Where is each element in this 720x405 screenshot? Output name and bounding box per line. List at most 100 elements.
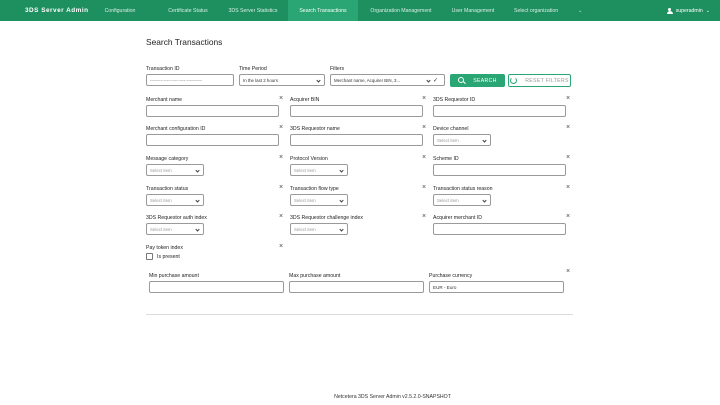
user-icon xyxy=(666,7,673,14)
chevron-down-icon xyxy=(339,167,344,173)
top-navigation-bar: 3DS Server Admin Configuration Certifica… xyxy=(0,0,720,21)
close-icon[interactable]: × xyxy=(422,184,426,191)
merchant-name-label: Merchant name xyxy=(146,97,183,103)
protocol-version-placeholder: Select item xyxy=(294,167,316,173)
requestor-name-input[interactable] xyxy=(290,134,423,146)
chevron-down-icon xyxy=(426,77,431,83)
min-purchase-amount-label: Min purchase amount xyxy=(149,273,199,279)
organization-select-label: Select organization xyxy=(514,7,559,14)
check-icon: ✓ xyxy=(432,78,438,84)
merchant-config-id-input[interactable] xyxy=(146,134,279,146)
acquirer-bin-input[interactable] xyxy=(290,105,423,117)
close-icon[interactable]: × xyxy=(566,154,570,161)
requestor-challenge-index-label: 3DS Requestor challenge index xyxy=(290,215,363,221)
max-purchase-amount-input[interactable] xyxy=(289,281,424,293)
time-period-value: In the last 2 hours xyxy=(243,77,278,83)
chevron-down-icon xyxy=(482,197,487,203)
user-menu[interactable]: superadmin ⌄ xyxy=(666,0,710,21)
requestor-id-input[interactable] xyxy=(433,105,566,117)
search-icon xyxy=(458,77,465,84)
purchase-currency-input[interactable]: EUR - Euro xyxy=(429,281,564,293)
requestor-challenge-index-select[interactable]: Select item xyxy=(290,223,348,235)
chevron-down-icon xyxy=(195,167,200,173)
close-icon[interactable]: × xyxy=(422,124,426,131)
chevron-down-icon: ⌄ xyxy=(705,7,710,14)
close-icon[interactable]: × xyxy=(422,95,426,102)
nav-tab-configuration[interactable]: Configuration xyxy=(90,0,150,21)
device-channel-select[interactable]: Select item xyxy=(433,134,491,146)
close-icon[interactable]: × xyxy=(279,154,283,161)
close-icon[interactable]: × xyxy=(566,268,570,275)
transaction-status-reason-label: Transaction status reason xyxy=(433,186,493,192)
chevron-down-icon: ⌄ xyxy=(578,7,583,14)
chevron-down-icon xyxy=(316,77,321,83)
filters-value: Merchant name, Acquirer BIN, 3... xyxy=(334,77,401,83)
close-icon[interactable]: × xyxy=(566,124,570,131)
close-icon[interactable]: × xyxy=(566,213,570,220)
time-period-label: Time Period xyxy=(239,66,267,72)
chevron-down-icon xyxy=(339,226,344,232)
close-icon[interactable]: × xyxy=(422,154,426,161)
message-category-placeholder: Select item xyxy=(150,167,172,173)
reset-icon xyxy=(510,77,518,84)
min-purchase-amount-input[interactable] xyxy=(149,281,284,293)
transaction-id-input[interactable]: --------·----·----·----·---------- xyxy=(146,74,234,86)
protocol-version-label: Protocol Version xyxy=(290,156,328,162)
close-icon[interactable]: × xyxy=(279,184,283,191)
device-channel-placeholder: Select item xyxy=(437,137,459,143)
nav-tab-organization-management[interactable]: Organization Management xyxy=(362,0,440,21)
close-icon[interactable]: × xyxy=(279,124,283,131)
organization-select[interactable]: Select organization ⌄ xyxy=(514,0,582,21)
protocol-version-select[interactable]: Select item xyxy=(290,164,348,176)
close-icon[interactable]: × xyxy=(279,95,283,102)
transaction-status-reason-select[interactable]: Select item xyxy=(433,194,491,206)
close-icon[interactable]: × xyxy=(279,243,283,250)
nav-tab-certificate-status[interactable]: Certificate Status xyxy=(160,0,216,21)
merchant-name-input[interactable] xyxy=(146,105,279,117)
transaction-status-select[interactable]: Select item xyxy=(146,194,204,206)
transaction-flow-type-select[interactable]: Select item xyxy=(290,194,348,206)
transaction-id-label: Transaction ID xyxy=(146,66,180,72)
requestor-auth-index-select[interactable]: Select item xyxy=(146,223,204,235)
purchase-currency-label: Purchase currency xyxy=(429,273,473,279)
requestor-auth-index-label: 3DS Requestor auth index xyxy=(146,215,207,221)
page-title: Search Transactions xyxy=(146,37,223,47)
is-present-label: Is present xyxy=(157,254,180,260)
filters-multiselect[interactable]: Merchant name, Acquirer BIN, 3... ✓ xyxy=(330,74,445,86)
footer: Netcetera 3DS Server Admin v2.5.2.0-SNAP… xyxy=(0,394,720,400)
close-icon[interactable]: × xyxy=(422,213,426,220)
footer-version: Netcetera 3DS Server Admin v2.5.2.0-SNAP… xyxy=(334,394,451,400)
scheme-id-label: Scheme ID xyxy=(433,156,459,162)
chevron-down-icon xyxy=(195,197,200,203)
is-present-checkbox[interactable] xyxy=(146,253,153,260)
search-button[interactable]: SEARCH xyxy=(450,74,505,87)
nav-tab-3ds-server-statistics[interactable]: 3DS Server Statistics xyxy=(224,0,282,21)
chevron-down-icon xyxy=(195,226,200,232)
close-icon[interactable]: × xyxy=(566,184,570,191)
nav-tab-search-transactions[interactable]: Search Transactions xyxy=(288,0,358,21)
main-nav: Configuration Certificate Status 3DS Ser… xyxy=(90,0,502,21)
transaction-status-placeholder: Select item xyxy=(150,197,172,203)
acquirer-bin-label: Acquirer BIN xyxy=(290,97,320,103)
filters-label: Filters xyxy=(330,66,345,72)
requestor-auth-index-placeholder: Select item xyxy=(150,226,172,232)
transaction-status-label: Transaction status xyxy=(146,186,189,192)
time-period-select[interactable]: In the last 2 hours xyxy=(239,74,325,86)
transaction-flow-type-placeholder: Select item xyxy=(294,197,316,203)
acquirer-merchant-id-label: Acquirer merchant ID xyxy=(433,215,483,221)
message-category-select[interactable]: Select item xyxy=(146,164,204,176)
merchant-config-id-label: Merchant configuration ID xyxy=(146,126,206,132)
acquirer-merchant-id-input[interactable] xyxy=(433,223,566,235)
chevron-down-icon xyxy=(482,137,487,143)
scheme-id-input[interactable] xyxy=(433,164,566,176)
app-brand[interactable]: 3DS Server Admin xyxy=(0,7,88,14)
reset-filters-button[interactable]: RESET FILTERS xyxy=(508,74,571,87)
chevron-down-icon xyxy=(339,197,344,203)
close-icon[interactable]: × xyxy=(566,95,570,102)
transaction-flow-type-label: Transaction flow type xyxy=(290,186,339,192)
username: superadmin xyxy=(675,7,703,14)
requestor-challenge-index-placeholder: Select item xyxy=(294,226,316,232)
nav-tab-user-management[interactable]: User Management xyxy=(444,0,502,21)
max-purchase-amount-label: Max purchase amount xyxy=(289,273,341,279)
close-icon[interactable]: × xyxy=(279,213,283,220)
